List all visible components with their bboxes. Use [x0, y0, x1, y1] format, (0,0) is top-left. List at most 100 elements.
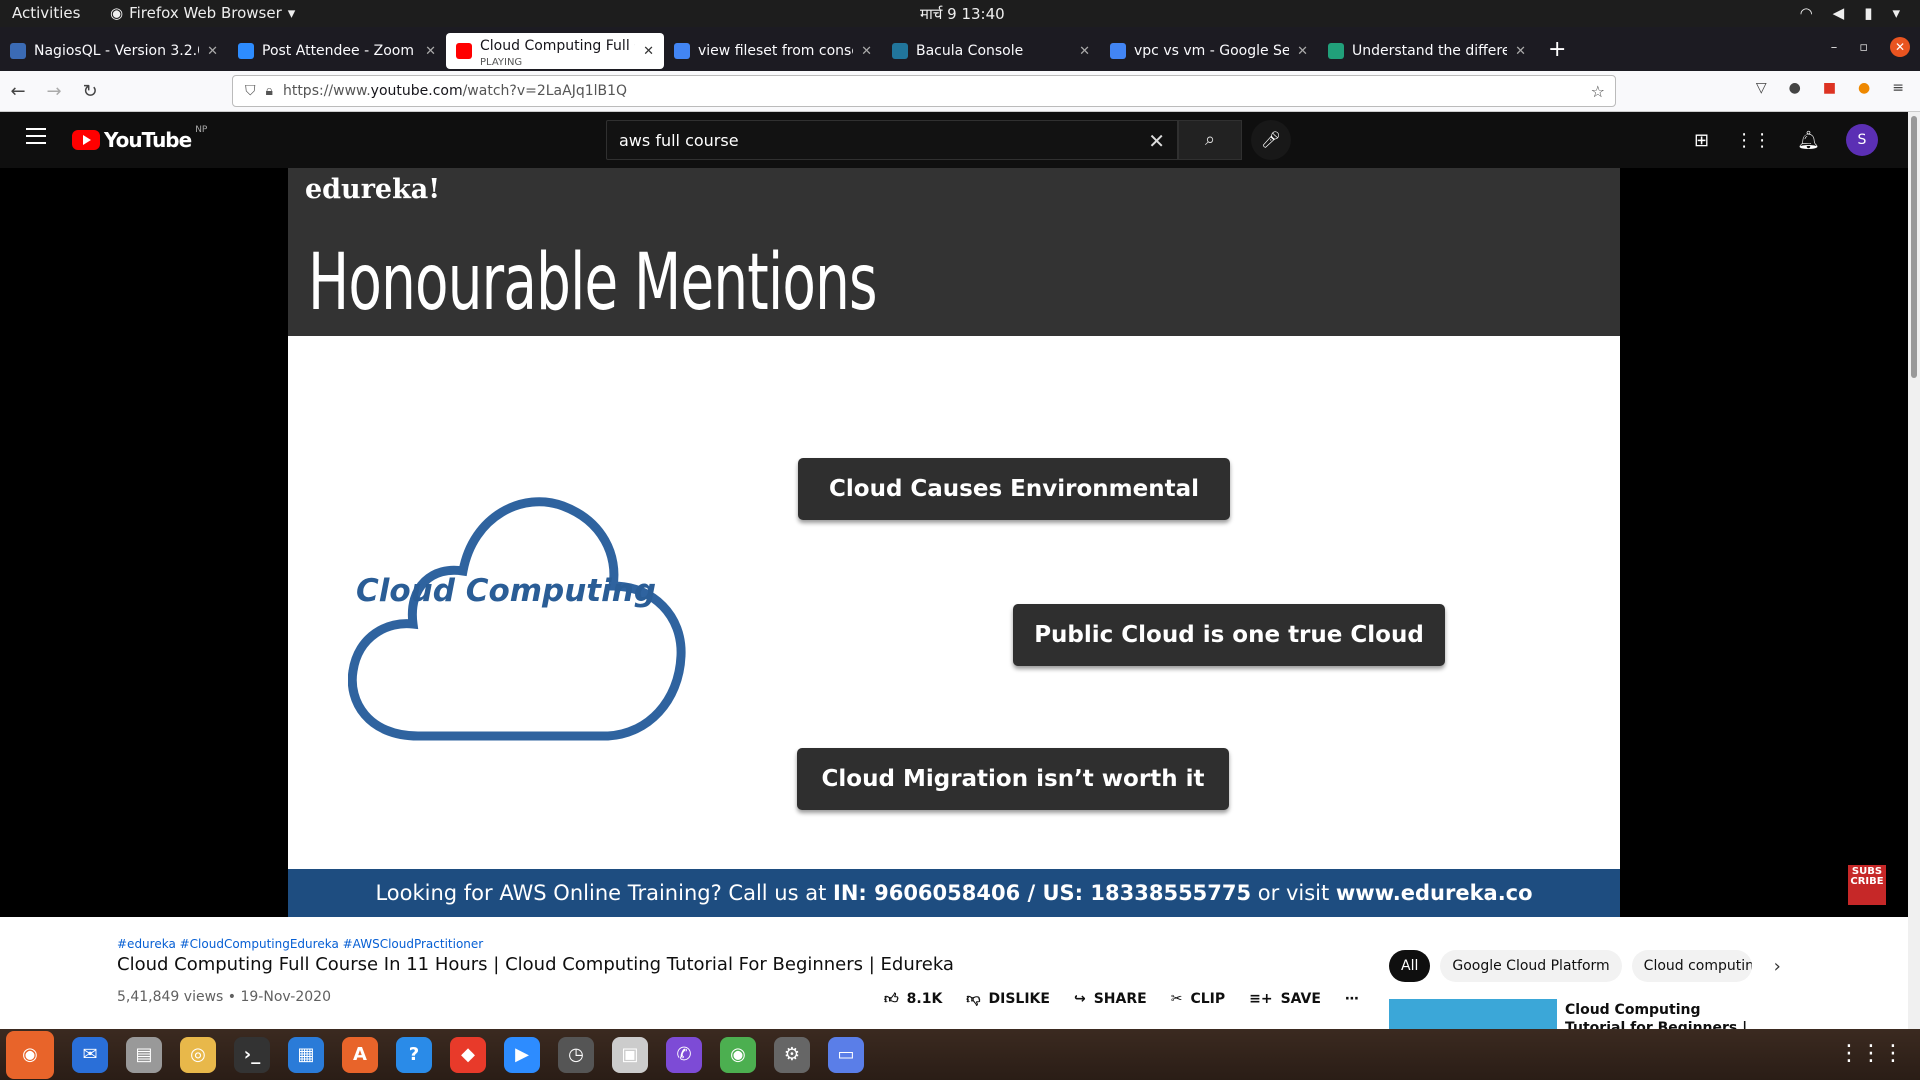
share-button[interactable]: ↪ SHARE [1074, 991, 1147, 1007]
hashtags[interactable]: #edureka #CloudComputingEdureka #AWSClou… [117, 937, 483, 951]
clock-app-icon[interactable]: ◷ [558, 1036, 594, 1073]
favicon-icon [10, 43, 26, 59]
bookmark-star-icon[interactable]: ☆ [1591, 82, 1605, 101]
search-input[interactable]: aws full course ✕ [606, 120, 1178, 160]
page-scrollbar[interactable] [1908, 112, 1920, 1029]
menu-icon[interactable]: ≡ [1892, 80, 1904, 96]
tab-7[interactable]: Understand the differenc ✕ [1318, 33, 1536, 69]
terminal-icon[interactable]: ›_ [234, 1036, 270, 1073]
help-icon[interactable]: ? [396, 1036, 432, 1073]
tab-1[interactable]: NagiosQL - Version 3.2.0 ✕ [0, 33, 228, 69]
youtube-logo[interactable]: YouTube NP [72, 125, 207, 152]
screenshot-icon[interactable]: ▣ [612, 1036, 648, 1073]
new-tab-icon[interactable]: + [1548, 37, 1566, 62]
chrome-icon[interactable]: ◉ [720, 1036, 756, 1073]
activities-button[interactable]: Activities [12, 4, 80, 22]
extensions-toolbar: ▽ ● ■ ● ≡ [1756, 80, 1904, 96]
more-actions-icon[interactable]: ⋯ [1345, 991, 1359, 1007]
system-tray[interactable]: ◠ ◀ ▮ ▾ [1800, 4, 1900, 22]
masthead-actions: ⊞ ⋮⋮ 🔔︎ S [1694, 124, 1878, 156]
extension-icon[interactable]: ● [1858, 80, 1870, 96]
chip-cloud-computing[interactable]: Cloud computing [1631, 950, 1752, 982]
lock-icon[interactable]: 🔒︎ [266, 83, 273, 99]
adblock-icon[interactable]: ■ [1823, 80, 1836, 96]
tab-3[interactable]: Cloud Computing Full Co PLAYING ✕ [446, 33, 664, 69]
guide-menu-icon[interactable] [26, 128, 46, 144]
url-bar[interactable]: ⛉ 🔒︎ https://www.youtube.com/watch?v=2La… [232, 75, 1616, 107]
system-top-bar: Activities ◉ Firefox Web Browser ▾ मार्च 9… [0, 0, 1920, 27]
extension-s-icon[interactable]: ● [1789, 80, 1801, 96]
search-button[interactable]: ⌕ [1178, 120, 1242, 160]
writer-icon[interactable]: ▦ [288, 1036, 324, 1073]
viber-icon[interactable]: ✆ [666, 1036, 702, 1073]
create-video-icon[interactable]: ⊞ [1694, 130, 1709, 151]
zoom-icon[interactable]: ▶ [504, 1036, 540, 1073]
chevron-right-icon[interactable]: › [1774, 956, 1781, 977]
back-icon[interactable]: ← [0, 81, 36, 102]
tab-strip: NagiosQL - Version 3.2.0 ✕ Post Attendee -… [0, 27, 1920, 71]
clear-search-icon[interactable]: ✕ [1148, 129, 1165, 153]
power-icon: ▾ [1892, 4, 1900, 22]
edureka-logo: edureka! [305, 174, 441, 205]
close-window-icon[interactable]: ✕ [1890, 37, 1910, 57]
tab-sublabel: PLAYING [480, 57, 523, 68]
tab-6[interactable]: vpc vs vm - Google Search ✕ [1100, 33, 1318, 69]
apps-grid-icon[interactable]: ⋮⋮ [1735, 130, 1771, 151]
close-tab-icon[interactable]: ✕ [1297, 44, 1308, 59]
tab-label: Cloud Computing Full Co [480, 38, 635, 54]
rhythmbox-icon[interactable]: ◎ [180, 1036, 216, 1073]
close-tab-icon[interactable]: ✕ [1515, 44, 1526, 59]
close-tab-icon[interactable]: ✕ [643, 44, 654, 59]
app-menu[interactable]: ◉ Firefox Web Browser ▾ [110, 4, 295, 22]
thumbs-up-icon: 👍︎ [884, 991, 899, 1007]
chip-all[interactable]: All [1389, 950, 1431, 982]
dislike-button[interactable]: 👎︎ DISLIKE [966, 990, 1050, 1008]
share-icon: ↪ [1073, 990, 1086, 1007]
close-tab-icon[interactable]: ✕ [425, 44, 436, 59]
settings-gear-icon[interactable]: ⚙ [774, 1036, 810, 1073]
reload-icon[interactable]: ↻ [72, 81, 108, 102]
favicon-icon [674, 43, 690, 59]
slide-header: edureka! Honourable Mentions [288, 168, 1620, 336]
subscribe-watermark[interactable]: SUBS CRIBE [1848, 865, 1886, 905]
chip-google-cloud-platform[interactable]: Google Cloud Platform [1440, 950, 1622, 982]
cloud-label: Cloud Computing [355, 573, 657, 609]
close-tab-icon[interactable]: ✕ [1079, 44, 1090, 59]
tab-label: NagiosQL - Version 3.2.0 [34, 43, 200, 59]
tab-4[interactable]: view fileset from console ✕ [664, 33, 882, 69]
firefox-dock-icon[interactable]: ◉ [6, 1030, 54, 1079]
shield-icon[interactable]: ⛉ [245, 83, 256, 99]
video-player[interactable]: edureka! Honourable Mentions Cloud Compu… [0, 168, 1908, 917]
minimize-icon[interactable]: – [1831, 40, 1838, 55]
pocket-icon[interactable]: ▽ [1756, 80, 1767, 96]
avatar[interactable]: S [1846, 124, 1878, 156]
close-tab-icon[interactable]: ✕ [861, 44, 872, 59]
firefox-icon: ◉ [110, 4, 124, 22]
anydesk-icon[interactable]: ◆ [450, 1036, 486, 1073]
video-info: #edureka #CloudComputingEdureka #AWSClou… [0, 917, 1908, 1029]
scrollbar-thumb[interactable] [1911, 116, 1917, 378]
cloud-icon [348, 497, 686, 741]
tab-label: Post Attendee - Zoom [262, 43, 414, 59]
files-icon[interactable]: ▤ [126, 1036, 162, 1073]
tab-label: view fileset from console [698, 43, 853, 59]
forward-icon[interactable]: → [36, 81, 72, 102]
recommendation-title[interactable]: Cloud Computing Tutorial for Beginners |… [1565, 1001, 1765, 1029]
recommendation-thumbnail[interactable] [1389, 999, 1557, 1029]
save-button[interactable]: ≡+ SAVE [1249, 991, 1321, 1007]
close-tab-icon[interactable]: ✕ [207, 44, 218, 59]
tab-5[interactable]: Bacula Console ✕ [882, 33, 1100, 69]
restore-icon[interactable]: ▫ [1859, 40, 1868, 55]
tab-2[interactable]: Post Attendee - Zoom ✕ [228, 33, 446, 69]
thunderbird-icon[interactable]: ✉ [72, 1036, 108, 1073]
slide-title: Honourable Mentions [308, 238, 878, 328]
tab-label: vpc vs vm - Google Search [1134, 43, 1290, 59]
clip-button[interactable]: ✂ CLIP [1171, 991, 1225, 1007]
like-button[interactable]: 👍︎ 8.1K [884, 990, 942, 1008]
clock[interactable]: मार्च 9 13:40 [920, 4, 1005, 24]
show-applications-icon[interactable]: ⋮⋮⋮ [1838, 1041, 1904, 1066]
voice-search-button[interactable]: 🎤︎ [1251, 120, 1291, 160]
notifications-bell-icon[interactable]: 🔔︎ [1797, 130, 1820, 151]
remmina-icon[interactable]: ▭ [828, 1036, 864, 1073]
software-icon[interactable]: A [342, 1036, 378, 1073]
